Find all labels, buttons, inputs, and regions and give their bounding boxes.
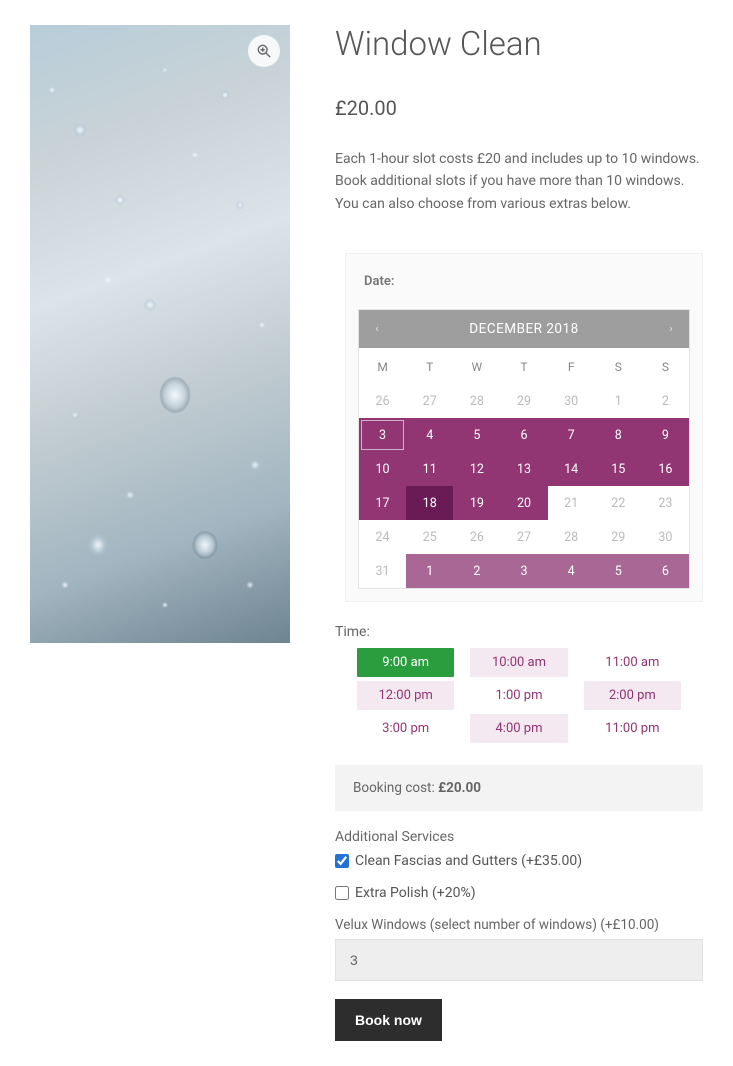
calendar-day[interactable]: 17 (359, 486, 406, 520)
calendar-day[interactable]: 6 (500, 418, 547, 452)
calendar-next-button[interactable]: › (653, 324, 689, 335)
product-description: Each 1-hour slot costs £20 and includes … (335, 148, 703, 215)
product-image[interactable] (30, 25, 290, 643)
calendar-day[interactable]: 13 (500, 452, 547, 486)
velux-input[interactable] (335, 939, 703, 981)
calendar-day[interactable]: 15 (595, 452, 642, 486)
calendar-day: 30 (642, 520, 689, 554)
addons-title: Additional Services (335, 829, 703, 845)
time-slot[interactable]: 11:00 am (584, 648, 681, 677)
time-slot[interactable]: 2:00 pm (584, 681, 681, 710)
time-slot[interactable]: 4:00 pm (470, 714, 567, 743)
zoom-icon[interactable] (248, 35, 280, 67)
calendar-day: 22 (595, 486, 642, 520)
calendar-day[interactable]: 10 (359, 452, 406, 486)
addon-option[interactable]: Extra Polish (+20%) (335, 885, 703, 901)
calendar-day[interactable]: 20 (500, 486, 547, 520)
cost-label: Booking cost: (353, 780, 438, 796)
calendar-day: 29 (500, 384, 547, 418)
addon-option[interactable]: Clean Fascias and Gutters (+£35.00) (335, 853, 703, 869)
calendar-day[interactable]: 3 (359, 418, 406, 452)
calendar-day: 26 (359, 384, 406, 418)
calendar-day[interactable]: 5 (595, 554, 642, 588)
calendar-day[interactable]: 19 (453, 486, 500, 520)
calendar-day[interactable]: 3 (500, 554, 547, 588)
calendar-day[interactable]: 6 (642, 554, 689, 588)
calendar-day[interactable]: 14 (548, 452, 595, 486)
calendar-day: 21 (548, 486, 595, 520)
booking-cost: Booking cost: £20.00 (335, 765, 703, 811)
addon-checkbox[interactable] (335, 886, 349, 900)
calendar-day[interactable]: 16 (642, 452, 689, 486)
calendar-prev-button[interactable]: ‹ (359, 324, 395, 335)
calendar-dow: S (642, 348, 689, 384)
calendar-day[interactable]: 5 (453, 418, 500, 452)
calendar-day: 27 (406, 384, 453, 418)
calendar-day: 30 (548, 384, 595, 418)
calendar-day[interactable]: 8 (595, 418, 642, 452)
calendar-day[interactable]: 1 (406, 554, 453, 588)
time-slot[interactable]: 3:00 pm (357, 714, 454, 743)
date-picker: Date: ‹ DECEMBER 2018 › MTWTFSS 26272829… (345, 253, 703, 602)
velux-label: Velux Windows (select number of windows)… (335, 917, 703, 933)
calendar-day: 23 (642, 486, 689, 520)
calendar-day[interactable]: 9 (642, 418, 689, 452)
calendar-day: 2 (642, 384, 689, 418)
calendar-day[interactable]: 12 (453, 452, 500, 486)
cost-value: £20.00 (438, 780, 481, 796)
calendar-day: 31 (359, 554, 406, 588)
time-slot[interactable]: 1:00 pm (470, 681, 567, 710)
calendar-day[interactable]: 11 (406, 452, 453, 486)
addon-label: Clean Fascias and Gutters (+£35.00) (355, 853, 582, 869)
addon-label: Extra Polish (+20%) (355, 885, 476, 901)
calendar-day: 28 (453, 384, 500, 418)
time-slot[interactable]: 9:00 am (357, 648, 454, 677)
time-slot[interactable]: 12:00 pm (357, 681, 454, 710)
calendar-day: 29 (595, 520, 642, 554)
calendar-day[interactable]: 4 (406, 418, 453, 452)
calendar-day: 26 (453, 520, 500, 554)
calendar-day: 25 (406, 520, 453, 554)
calendar-day: 24 (359, 520, 406, 554)
calendar-day[interactable]: 18 (406, 486, 453, 520)
calendar-day[interactable]: 2 (453, 554, 500, 588)
product-title: Window Clean (335, 25, 703, 64)
calendar-dow: F (548, 348, 595, 384)
date-label: Date: (358, 274, 690, 289)
calendar-dow: T (406, 348, 453, 384)
addon-checkbox[interactable] (335, 854, 349, 868)
calendar-day[interactable]: 7 (548, 418, 595, 452)
calendar-month-title: DECEMBER 2018 (395, 321, 653, 337)
calendar-day: 28 (548, 520, 595, 554)
time-slot[interactable]: 10:00 am (470, 648, 567, 677)
calendar-dow: S (595, 348, 642, 384)
time-label: Time: (335, 624, 703, 640)
calendar-dow: M (359, 348, 406, 384)
calendar-dow: W (453, 348, 500, 384)
book-now-button[interactable]: Book now (335, 999, 442, 1041)
product-price: £20.00 (335, 96, 703, 120)
calendar-day[interactable]: 4 (548, 554, 595, 588)
time-slot[interactable]: 11:00 pm (584, 714, 681, 743)
calendar-dow: T (500, 348, 547, 384)
calendar-day: 1 (595, 384, 642, 418)
calendar-day: 27 (500, 520, 547, 554)
